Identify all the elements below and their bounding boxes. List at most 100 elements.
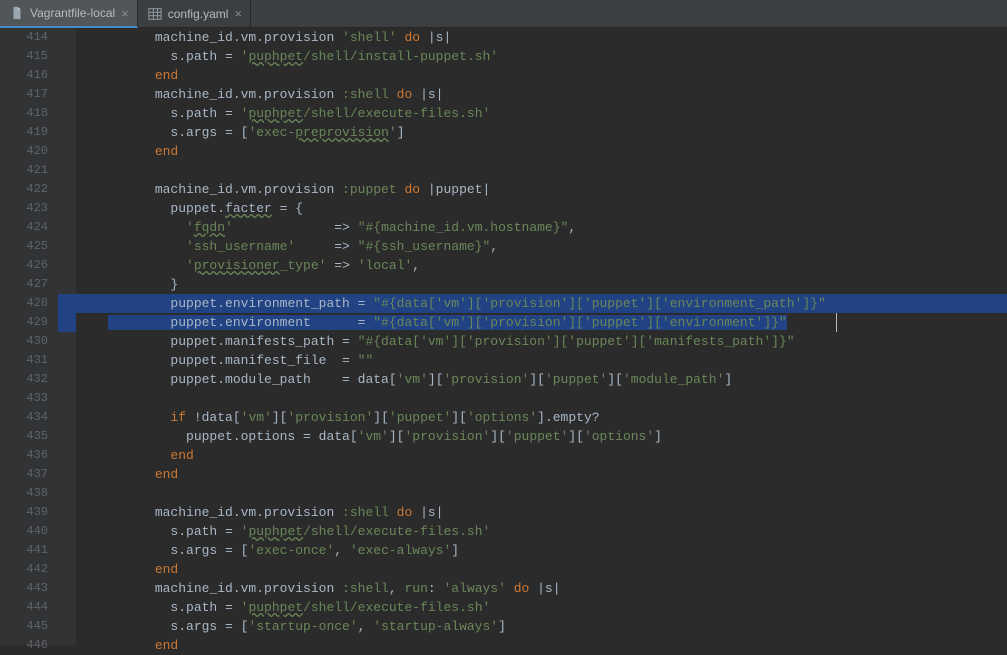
code-line[interactable]: s.args = ['exec-once', 'exec-always']	[76, 541, 1007, 560]
code-line[interactable]: puppet.options = data['vm']['provision']…	[76, 427, 1007, 446]
code-token: ][	[272, 410, 288, 425]
close-icon[interactable]: ×	[234, 7, 242, 20]
code-token: ][	[389, 429, 405, 444]
code-line[interactable]: s.path = 'puphpet/shell/execute-files.sh…	[76, 598, 1007, 617]
code-token: ][	[490, 429, 506, 444]
gutter-selection-cell	[58, 541, 76, 560]
code-token: '	[186, 220, 194, 235]
code-token: 'vm'	[241, 410, 272, 425]
code-token: 'exec-always'	[350, 543, 451, 558]
tab-label: config.yaml	[168, 7, 229, 21]
code-line[interactable]	[76, 484, 1007, 503]
code-token: if	[170, 410, 193, 425]
code-line[interactable]: machine_id.vm.provision 'shell' do |s|	[76, 28, 1007, 47]
code-token: s.args = [	[170, 125, 248, 140]
code-line[interactable]: end	[76, 560, 1007, 579]
code-area[interactable]: machine_id.vm.provision 'shell' do |s| s…	[76, 28, 1007, 645]
line-number: 439	[0, 503, 48, 522]
code-line[interactable]	[76, 389, 1007, 408]
code-token: do	[404, 182, 427, 197]
code-line[interactable]: 'ssh_username' => "#{ssh_username}",	[76, 237, 1007, 256]
close-icon[interactable]: ×	[121, 7, 129, 20]
code-line[interactable]: machine_id.vm.provision :puppet do |pupp…	[76, 180, 1007, 199]
code-token: 'vm'	[358, 429, 389, 444]
code-token: ].empty?	[537, 410, 599, 425]
code-token: 'provision'	[444, 372, 530, 387]
line-number: 414	[0, 28, 48, 47]
code-line[interactable]: s.args = ['startup-once', 'startup-alway…	[76, 617, 1007, 636]
code-line[interactable]: end	[76, 66, 1007, 85]
code-line[interactable]: machine_id.vm.provision :shell, run: 'al…	[76, 579, 1007, 598]
code-line[interactable]: s.path = 'puphpet/shell/execute-files.sh…	[76, 104, 1007, 123]
code-editor[interactable]: 4144154164174184194204214224234244254264…	[0, 28, 1007, 645]
line-number: 433	[0, 389, 48, 408]
tab-vagrantfile-local[interactable]: Vagrantfile-local ×	[0, 0, 138, 28]
line-number: 424	[0, 218, 48, 237]
code-line[interactable]: machine_id.vm.provision :shell do |s|	[76, 85, 1007, 104]
code-token: ]	[498, 619, 506, 634]
code-token: =>	[326, 258, 357, 273]
code-token	[389, 87, 397, 102]
tab-config-yaml[interactable]: config.yaml ×	[138, 0, 251, 27]
code-token: ,	[389, 581, 405, 596]
code-token: end	[155, 68, 178, 83]
code-token: = {	[272, 201, 303, 216]
code-line[interactable]: s.path = 'puphpet/shell/install-puppet.s…	[76, 47, 1007, 66]
code-line[interactable]: end	[76, 465, 1007, 484]
line-number: 421	[0, 161, 48, 180]
gutter-selection-cell	[58, 313, 76, 332]
code-token: puppet.module_path = data[	[170, 372, 396, 387]
code-line[interactable]: 'fqdn' => "#{machine_id.vm.hostname}",	[76, 218, 1007, 237]
code-token: =>	[233, 220, 358, 235]
gutter-selection-cell	[58, 598, 76, 617]
gutter-selection-cell	[58, 636, 76, 655]
tab-label: Vagrantfile-local	[30, 6, 115, 20]
line-number: 434	[0, 408, 48, 427]
gutter-selection-cell	[58, 294, 76, 313]
line-number: 443	[0, 579, 48, 598]
code-token: 'exec-	[248, 125, 295, 140]
code-token: s.path =	[170, 49, 240, 64]
code-token: :shell	[342, 505, 389, 520]
code-token: 'ssh_username'	[186, 239, 295, 254]
line-number-gutter: 4144154164174184194204214224234244254264…	[0, 28, 58, 645]
code-token: puppet.options = data[	[186, 429, 358, 444]
line-number: 430	[0, 332, 48, 351]
line-number: 445	[0, 617, 48, 636]
code-line[interactable]: end	[76, 142, 1007, 161]
code-line[interactable]: end	[76, 446, 1007, 465]
code-line[interactable]: }	[76, 275, 1007, 294]
code-line[interactable]: machine_id.vm.provision :shell do |s|	[76, 503, 1007, 522]
code-line[interactable]: puppet.environment_path = "#{data['vm'][…	[76, 294, 1007, 313]
code-line[interactable]: puppet.facter = {	[76, 199, 1007, 218]
code-line[interactable]: puppet.manifests_path = "#{data['vm']['p…	[76, 332, 1007, 351]
code-line[interactable]: puppet.module_path = data['vm']['provisi…	[76, 370, 1007, 389]
line-number: 422	[0, 180, 48, 199]
code-token: machine_id.vm.provision	[155, 182, 342, 197]
gutter-selection-cell	[58, 522, 76, 541]
code-line[interactable]: end	[76, 636, 1007, 655]
line-number: 419	[0, 123, 48, 142]
gutter-selection-cell	[58, 446, 76, 465]
code-line[interactable]: 'provisioner_type' => 'local',	[76, 256, 1007, 275]
code-token: do	[404, 30, 427, 45]
code-token: ,	[412, 258, 420, 273]
code-line[interactable]	[76, 161, 1007, 180]
code-line[interactable]: puppet.environment = "#{data['vm']['prov…	[76, 313, 1007, 332]
code-token: ][	[451, 410, 467, 425]
code-token: 'startup-once'	[248, 619, 357, 634]
code-token: puppet.environment =	[170, 315, 373, 330]
code-token: ][	[607, 372, 623, 387]
code-line[interactable]: s.path = 'puphpet/shell/execute-files.sh…	[76, 522, 1007, 541]
gutter-selection-cell	[58, 351, 76, 370]
code-token: /shell/install-puppet.sh'	[303, 49, 498, 64]
code-token: "#{data['vm']['provision']['puppet']['ma…	[358, 334, 795, 349]
gutter-selection-cell	[58, 85, 76, 104]
code-line[interactable]: if !data['vm']['provision']['puppet']['o…	[76, 408, 1007, 427]
code-token: ]	[654, 429, 662, 444]
code-line[interactable]: puppet.manifest_file = ""	[76, 351, 1007, 370]
code-token: ][	[373, 410, 389, 425]
code-token: end	[155, 144, 178, 159]
code-token: ]	[397, 125, 405, 140]
code-line[interactable]: s.args = ['exec-preprovision']	[76, 123, 1007, 142]
